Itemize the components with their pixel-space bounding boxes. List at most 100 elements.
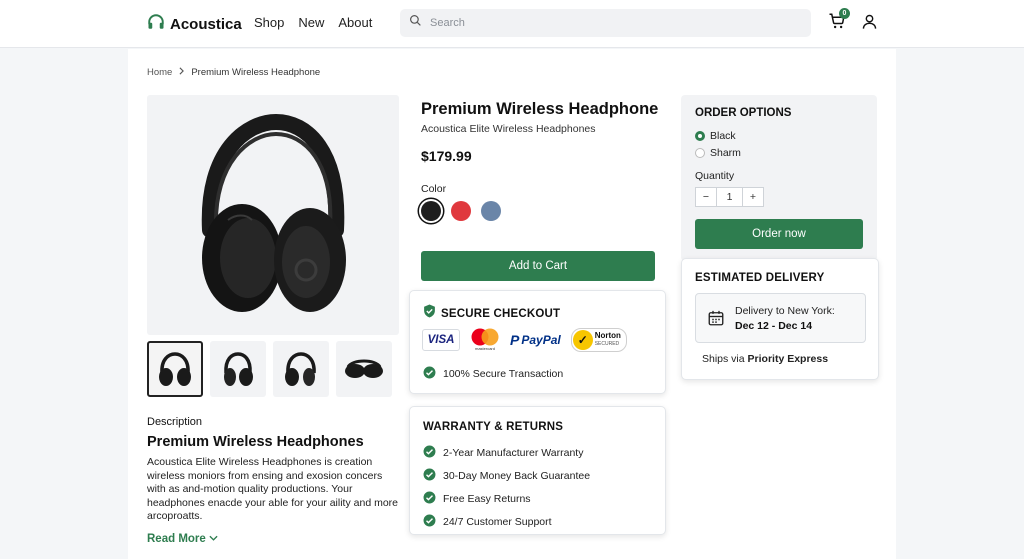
headphones-thumbnail-image (345, 359, 383, 378)
paypal-p-icon: P (510, 332, 520, 348)
search-icon (409, 14, 422, 32)
norton-secured-badge: ✓ Norton SECURED (570, 328, 627, 352)
shipping-method: Ships via Priority Express (702, 353, 828, 365)
headphones-image (201, 113, 346, 312)
check-circle-icon (423, 491, 436, 507)
delivery-title: ESTIMATED DELIVERY (695, 272, 825, 284)
search-bar[interactable] (400, 9, 811, 37)
warranty-item: 30-Day Money Back Guarantee (423, 468, 590, 484)
order-options-title: ORDER OPTIONS (695, 107, 792, 119)
nav-shop[interactable]: Shop (254, 15, 284, 30)
warranty-list: 2-Year Manufacturer Warranty 30-Day Money… (423, 445, 590, 530)
product-price: $179.99 (421, 148, 472, 164)
paypal-logo: P PayPal (510, 332, 561, 348)
breadcrumb-home[interactable]: Home (147, 67, 172, 78)
color-swatches (421, 201, 501, 221)
nav-new[interactable]: New (298, 15, 324, 30)
ships-method-name: Priority Express (747, 353, 829, 365)
breadcrumb-current: Premium Wireless Headphone (191, 67, 321, 78)
option-black[interactable]: Black (695, 130, 736, 142)
increment-button[interactable]: + (742, 187, 764, 207)
norton-check-icon: ✓ (572, 330, 593, 350)
option-label: Black (710, 130, 736, 142)
cart-icon (828, 13, 846, 34)
color-swatch[interactable] (421, 201, 441, 221)
check-circle-icon (423, 366, 436, 382)
order-now-button[interactable]: Order now (695, 219, 863, 249)
thumbnail[interactable] (336, 341, 392, 397)
delivery-location: Delivery to New York: (735, 305, 835, 317)
warranty-item-label: 30-Day Money Back Guarantee (443, 470, 591, 482)
product-title: Premium Wireless Headphone (421, 100, 659, 118)
color-swatch[interactable] (451, 201, 471, 221)
radio-selected[interactable] (695, 131, 705, 141)
warranty-title: WARRANTY & RETURNS (423, 421, 564, 433)
chevron-down-icon (209, 533, 218, 545)
paypal-label: PayPal (521, 333, 561, 347)
read-more-label: Read More (147, 533, 206, 545)
mastercard-label: mastercard (474, 346, 495, 351)
headphones-thumbnail-image (224, 352, 253, 386)
product-main-image[interactable] (147, 95, 399, 335)
main-nav: Shop New About (254, 15, 372, 30)
user-icon (861, 14, 878, 34)
secure-checkout-card: SECURE CHECKOUT VISA mastercard P PayPal… (409, 290, 666, 394)
check-circle-icon (423, 514, 436, 530)
breadcrumb: Home Premium Wireless Headphone (147, 67, 320, 78)
headphones-thumbnail-image (285, 352, 316, 386)
thumbnail-strip (147, 341, 392, 397)
cart-count-badge: 0 (839, 8, 850, 19)
warranty-item: 2-Year Manufacturer Warranty (423, 445, 590, 461)
warranty-item-label: 2-Year Manufacturer Warranty (443, 447, 584, 459)
warranty-item-label: Free Easy Returns (443, 493, 531, 505)
warranty-returns-card: WARRANTY & RETURNS 2-Year Manufacturer W… (409, 406, 666, 535)
estimated-delivery-card: ESTIMATED DELIVERY Delivery to New York:… (681, 258, 879, 380)
payment-methods: VISA mastercard P PayPal ✓ Norton SECURE… (422, 328, 627, 352)
read-more-link[interactable]: Read More (147, 533, 218, 545)
secure-checkout-title: SECURE CHECKOUT (441, 307, 561, 320)
brand-name: Acoustica (170, 16, 242, 33)
norton-secured-label: SECURED (594, 341, 620, 347)
top-navigation-bar: Acoustica Shop New About 0 (0, 0, 1024, 48)
description-title: Premium Wireless Headphones (147, 434, 364, 450)
cart-button[interactable]: 0 (828, 8, 850, 34)
product-subtitle: Acoustica Elite Wireless Headphones (421, 123, 596, 135)
nav-about[interactable]: About (338, 15, 372, 30)
thumbnail[interactable] (273, 341, 329, 397)
secure-transaction-row: 100% Secure Transaction (423, 366, 563, 382)
option-label: Sharm (710, 147, 741, 159)
visa-logo: VISA (422, 329, 460, 351)
account-button[interactable] (861, 13, 878, 35)
check-circle-icon (423, 468, 436, 484)
shield-check-icon (423, 304, 436, 323)
description-text: Acoustica Elite Wireless Headphones is c… (147, 456, 398, 523)
delivery-dates: Dec 12 - Dec 14 (735, 320, 813, 332)
decrement-button[interactable]: − (695, 187, 717, 207)
radio-unselected[interactable] (695, 148, 705, 158)
warranty-item: 24/7 Customer Support (423, 514, 590, 530)
chevron-right-icon (178, 67, 185, 78)
delivery-info-box: Delivery to New York: Dec 12 - Dec 14 (695, 293, 866, 343)
warranty-item-label: 24/7 Customer Support (443, 516, 552, 528)
thumbnail[interactable] (210, 341, 266, 397)
add-to-cart-button[interactable]: Add to Cart (421, 251, 655, 281)
quantity-value[interactable]: 1 (717, 187, 742, 207)
color-label: Color (421, 183, 447, 195)
description-label: Description (147, 416, 203, 428)
headphones-thumbnail-image (159, 352, 191, 386)
thumbnail[interactable] (147, 341, 203, 397)
option-sharm[interactable]: Sharm (695, 147, 741, 159)
mastercard-logo: mastercard (470, 328, 500, 352)
quantity-label: Quantity (695, 170, 735, 182)
check-circle-icon (423, 445, 436, 461)
quantity-stepper: − 1 + (695, 187, 764, 207)
norton-label: Norton (594, 331, 621, 340)
secure-transaction-label: 100% Secure Transaction (443, 368, 564, 380)
color-swatch[interactable] (481, 201, 501, 221)
search-input[interactable] (430, 17, 790, 29)
headphones-logo-icon (147, 13, 165, 36)
warranty-item: Free Easy Returns (423, 491, 590, 507)
ships-via-label: Ships via (702, 353, 748, 365)
calendar-icon (707, 309, 725, 332)
brand-logo[interactable]: Acoustica (147, 13, 242, 36)
